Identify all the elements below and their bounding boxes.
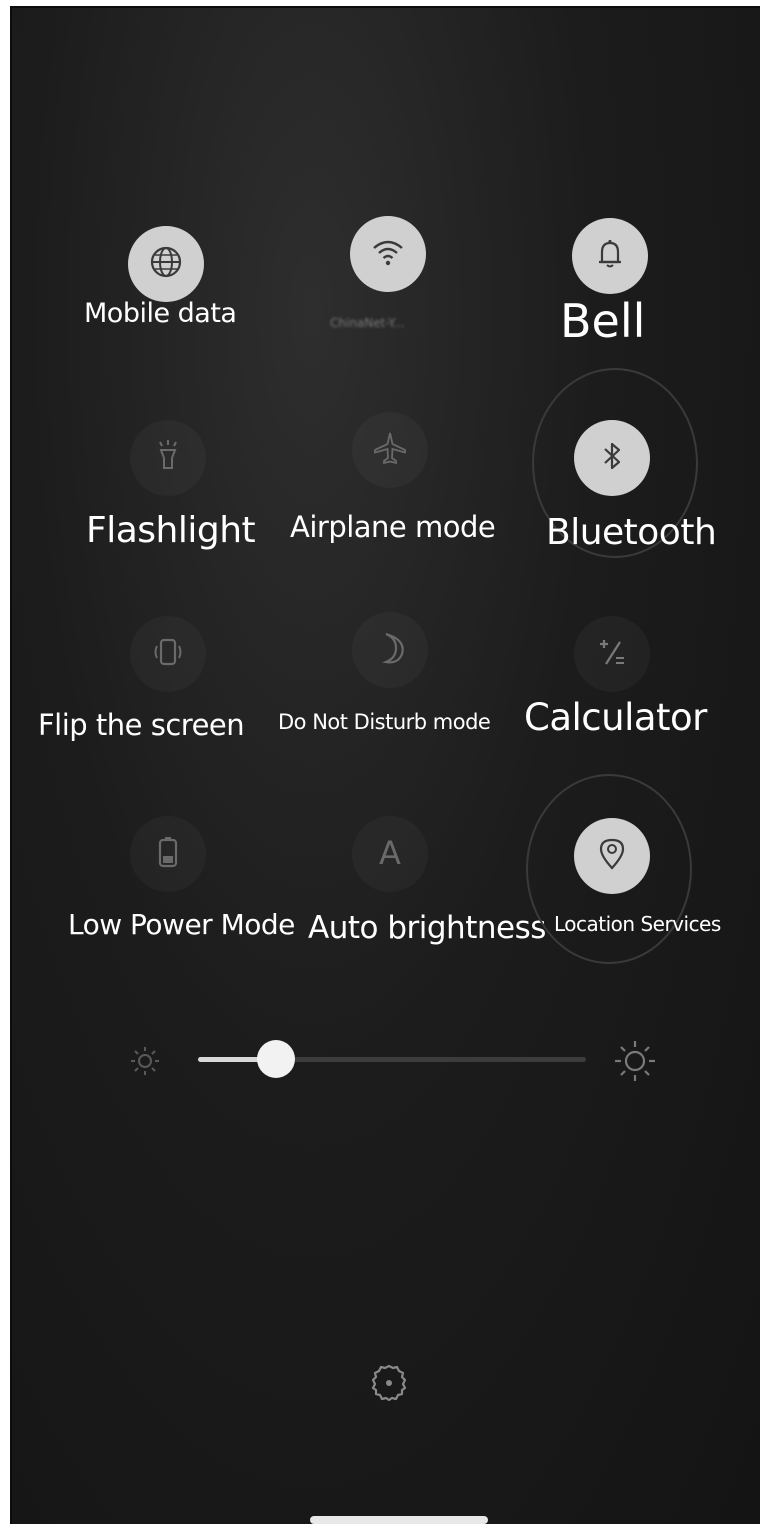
settings-gear-icon[interactable]: [364, 1358, 414, 1412]
bluetooth-icon: [592, 436, 632, 480]
tile-label-do-not-disturb: Do Not Disturb mode: [278, 710, 491, 734]
brightness-slider[interactable]: [198, 1040, 586, 1078]
auto-brightness-toggle[interactable]: A: [352, 816, 428, 892]
brightness-low-icon: [126, 1042, 164, 1084]
wifi-toggle[interactable]: [350, 216, 426, 292]
globe-icon: [146, 242, 186, 286]
wifi-network-name: ChinaNet-Y...: [330, 316, 405, 330]
tile-label-calculator: Calculator: [524, 696, 707, 739]
calculator-toggle[interactable]: [574, 616, 650, 692]
tile-label-bluetooth: Bluetooth: [546, 512, 717, 553]
tile-label-flashlight: Flashlight: [86, 510, 256, 551]
flashlight-toggle[interactable]: [130, 420, 206, 496]
flashlight-icon: [148, 436, 188, 480]
flip-screen-toggle[interactable]: [130, 616, 206, 692]
tile-label-flip-screen: Flip the screen: [38, 708, 245, 742]
quick-settings-panel: Mobile data ChinaNet-Y... Bell Flashligh…: [10, 6, 760, 1524]
tile-label-location-services: Location Services: [554, 912, 721, 936]
battery-icon: [148, 832, 188, 876]
airplane-mode-toggle[interactable]: [352, 412, 428, 488]
location-icon: [592, 834, 632, 878]
calculator-icon: [592, 632, 632, 676]
bluetooth-toggle[interactable]: [574, 420, 650, 496]
low-power-mode-toggle[interactable]: [130, 816, 206, 892]
airplane-icon: [370, 428, 410, 472]
auto-brightness-icon: A: [370, 832, 410, 876]
mobile-data-toggle[interactable]: [128, 226, 204, 302]
do-not-disturb-toggle[interactable]: [352, 612, 428, 688]
bell-icon: [590, 234, 630, 278]
brightness-high-icon: [612, 1038, 658, 1088]
tile-label-auto-brightness: Auto brightness: [308, 910, 546, 946]
bell-toggle[interactable]: [572, 218, 648, 294]
tile-label-airplane-mode: Airplane mode: [290, 510, 496, 544]
tile-label-mobile-data: Mobile data: [84, 298, 237, 329]
brightness-slider-thumb[interactable]: [257, 1040, 295, 1078]
moon-icon: [370, 628, 410, 672]
wifi-icon: [368, 232, 408, 276]
tile-label-bell: Bell: [560, 294, 646, 348]
rotate-screen-icon: [148, 632, 188, 676]
location-services-toggle[interactable]: [574, 818, 650, 894]
home-indicator[interactable]: [310, 1516, 488, 1524]
svg-text:A: A: [379, 834, 401, 872]
tile-label-low-power-mode: Low Power Mode: [68, 908, 295, 941]
